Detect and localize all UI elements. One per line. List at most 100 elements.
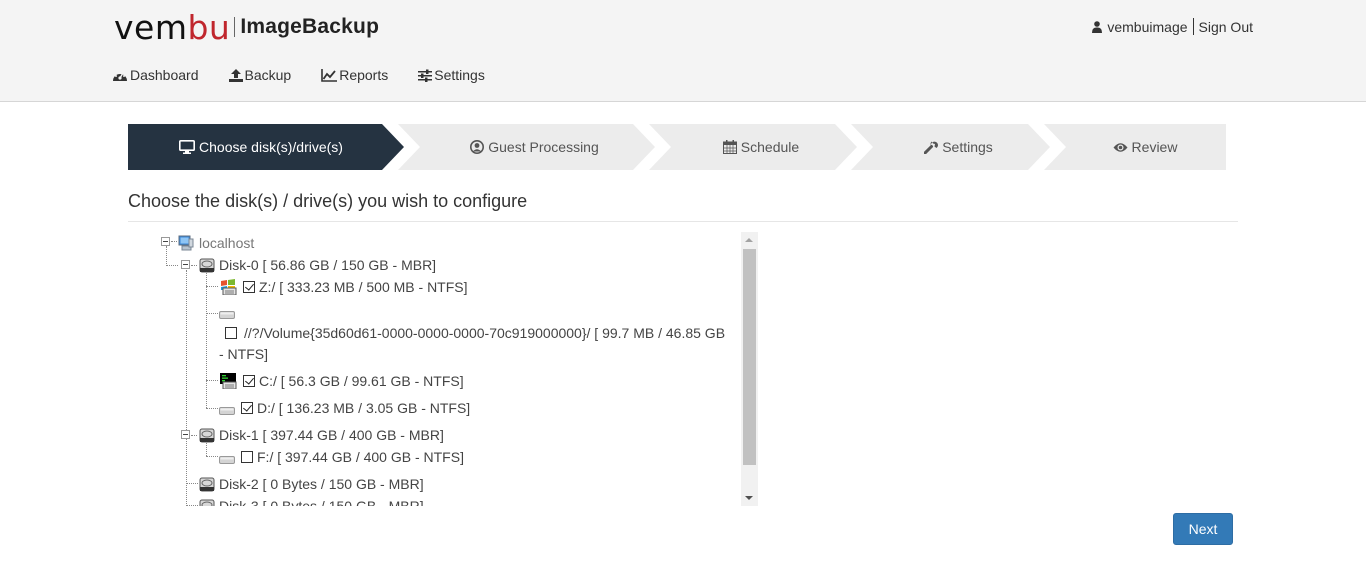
line-chart-icon: [321, 68, 338, 82]
app-logo[interactable]: vembu ImageBackup: [114, 10, 379, 44]
tree-node-volume-c: C:/ [ 56.3 GB / 99.61 GB - NTFS]: [219, 372, 464, 390]
drive-icon: [219, 456, 235, 464]
tree-node-volume-d: D:/ [ 136.23 MB / 3.05 GB - NTFS]: [219, 399, 470, 417]
tree-connector: [171, 241, 177, 242]
step-label: Guest Processing: [488, 139, 599, 155]
tree-node-disk-3[interactable]: Disk-3 [ 0 Bytes / 150 GB - MBR]: [199, 497, 424, 506]
tree-connector: [166, 265, 178, 266]
sliders-icon: [418, 69, 433, 82]
step-schedule[interactable]: Schedule: [669, 124, 853, 170]
step-review[interactable]: Review: [1064, 124, 1226, 170]
tree-node-volume-guid-label-cont: - NTFS]: [219, 345, 268, 363]
brand-prefix: vem: [114, 7, 188, 47]
tree-scrollbar[interactable]: [741, 232, 758, 506]
nav-backup[interactable]: Backup: [228, 67, 292, 83]
node-label: Disk-2 [ 0 Bytes / 150 GB - MBR]: [219, 476, 424, 492]
nav-label: Dashboard: [130, 67, 199, 83]
user-icon: [1092, 20, 1103, 33]
nav-label: Settings: [434, 67, 485, 83]
collapse-toggle-disk-0[interactable]: [181, 260, 190, 269]
tree-node-volume-z: Z:/ [ 333.23 MB / 500 MB - NTFS]: [219, 278, 468, 296]
volume-checkbox-z[interactable]: [243, 281, 255, 293]
system-drive-icon: [220, 373, 237, 389]
hard-disk-icon: [199, 477, 215, 491]
sign-out-link[interactable]: Sign Out: [1199, 19, 1253, 35]
collapse-toggle-localhost[interactable]: [161, 237, 170, 246]
wizard-steps: Choose disk(s)/drive(s) Guest Processing…: [128, 124, 1226, 170]
logo-divider: [234, 17, 236, 37]
tree-connector: [186, 270, 187, 506]
user-menu: vembuimage Sign Out: [1092, 18, 1253, 35]
desktop-icon: [179, 140, 196, 154]
node-label: Disk-3 [ 0 Bytes / 150 GB - MBR]: [219, 498, 424, 506]
step-guest-processing[interactable]: Guest Processing: [418, 124, 651, 170]
nav-settings[interactable]: Settings: [418, 67, 485, 83]
next-button[interactable]: Next: [1173, 513, 1233, 545]
tree-connector: [206, 270, 207, 408]
node-label-continuation: - NTFS]: [219, 346, 268, 362]
dashboard-icon: [113, 71, 127, 81]
node-label: Disk-1 [ 397.44 GB / 400 GB - MBR]: [219, 427, 444, 443]
tree-node-volume-guid: [219, 306, 235, 324]
volume-checkbox-c[interactable]: [243, 375, 255, 387]
node-label: C:/ [ 56.3 GB / 99.61 GB - NTFS]: [259, 373, 464, 389]
tree-connector: [206, 408, 218, 409]
drive-icon: [219, 311, 235, 319]
eye-icon: [1113, 142, 1128, 152]
step-label: Schedule: [740, 139, 800, 155]
step-choose-disks[interactable]: Choose disk(s)/drive(s): [128, 124, 394, 170]
tree-connector: [191, 265, 197, 266]
node-label: //?/Volume{35d60d61-0000-0000-0000-70c91…: [244, 325, 726, 341]
tree-connector: [186, 505, 198, 506]
page-title: Choose the disk(s) / drive(s) you wish t…: [128, 191, 528, 211]
node-label: F:/ [ 397.44 GB / 400 GB - NTFS]: [257, 449, 464, 465]
computer-icon: [178, 235, 194, 251]
brand-logo: vembu: [114, 11, 230, 44]
username: vembuimage: [1107, 18, 1188, 35]
tree-node-volume-guid-label: //?/Volume{35d60d61-0000-0000-0000-70c91…: [219, 324, 725, 342]
wrench-icon: [924, 141, 939, 154]
brand-accent: bu: [187, 7, 231, 47]
user-divider: [1192, 18, 1194, 35]
tree-node-disk-0[interactable]: Disk-0 [ 56.86 GB / 150 GB - MBR]: [199, 256, 436, 274]
nav-dashboard[interactable]: Dashboard: [112, 67, 199, 83]
tree-connector: [206, 380, 218, 381]
tree-connector: [186, 483, 198, 484]
volume-checkbox-guid[interactable]: [225, 327, 237, 339]
product-name: ImageBackup: [240, 15, 380, 38]
tree-connector: [206, 286, 218, 287]
app-header: vembu ImageBackup vembuimage Sign Out Da…: [0, 0, 1366, 102]
tree-node-volume-f: F:/ [ 397.44 GB / 400 GB - NTFS]: [219, 448, 464, 466]
volume-checkbox-d[interactable]: [241, 402, 253, 414]
scrollbar-thumb[interactable]: [743, 249, 756, 465]
tree-node-disk-1[interactable]: Disk-1 [ 397.44 GB / 400 GB - MBR]: [199, 426, 444, 444]
step-label: Review: [1131, 139, 1178, 155]
tree-connector: [191, 435, 197, 436]
drive-icon: [219, 407, 235, 415]
node-label: Z:/ [ 333.23 MB / 500 MB - NTFS]: [259, 279, 468, 295]
step-settings[interactable]: Settings: [871, 124, 1046, 170]
hard-disk-icon: [199, 258, 215, 272]
nav-reports[interactable]: Reports: [321, 67, 388, 83]
disk-tree: localhost Disk-0 [ 56.86 GB / 150 GB - M…: [130, 232, 744, 506]
scroll-down-arrow-icon[interactable]: [745, 496, 753, 500]
tree-connector: [166, 246, 167, 266]
main-nav: Dashboard Backup Reports Settings: [112, 67, 515, 83]
tree-connector: [206, 456, 218, 457]
nav-label: Backup: [244, 67, 292, 83]
volume-checkbox-f[interactable]: [241, 451, 253, 463]
upload-icon: [228, 68, 243, 82]
windows-drive-icon: [221, 279, 237, 295]
hard-disk-icon: [199, 428, 215, 442]
step-label: Choose disk(s)/drive(s): [199, 139, 343, 155]
user-circle-icon: [470, 140, 485, 154]
step-label: Settings: [942, 139, 993, 155]
tree-connector: [206, 313, 218, 314]
tree-node-disk-2[interactable]: Disk-2 [ 0 Bytes / 150 GB - MBR]: [199, 475, 424, 493]
scroll-up-arrow-icon[interactable]: [745, 238, 753, 242]
collapse-toggle-disk-1[interactable]: [181, 430, 190, 439]
hard-disk-icon: [199, 499, 215, 506]
node-label: localhost: [199, 235, 255, 251]
tree-node-localhost[interactable]: localhost: [178, 234, 254, 252]
node-label: D:/ [ 136.23 MB / 3.05 GB - NTFS]: [257, 400, 471, 416]
